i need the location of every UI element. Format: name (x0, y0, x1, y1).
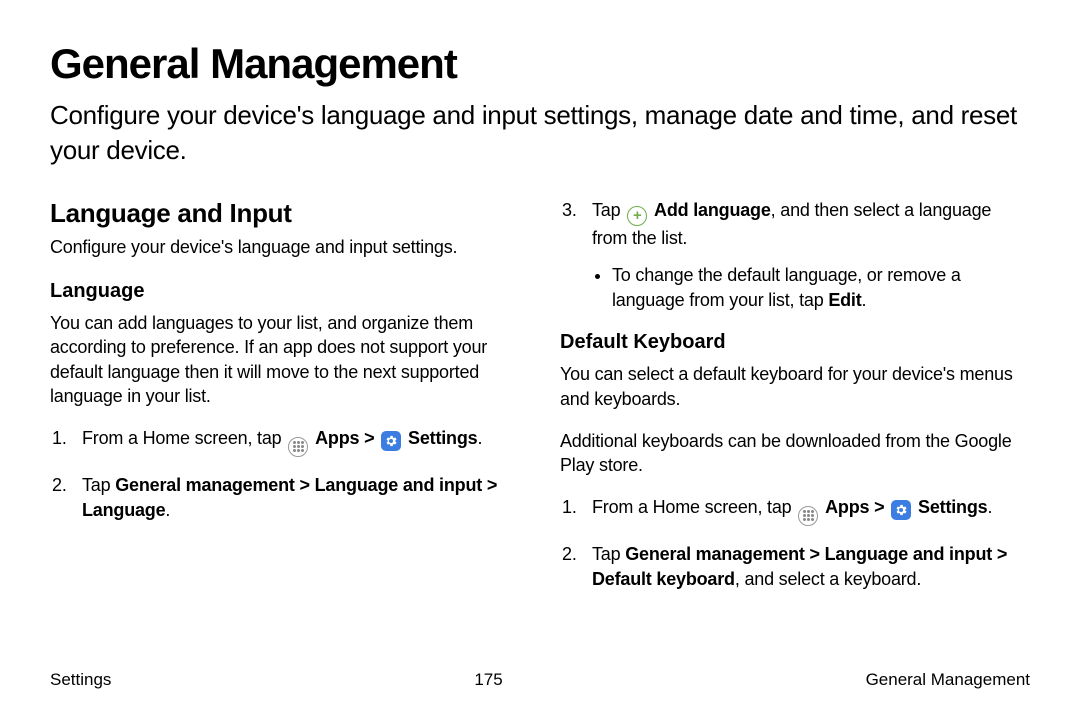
chevron-icon: > (874, 497, 884, 517)
chevron-icon: > (997, 544, 1007, 564)
step-3: Tap + Add language, and then select a la… (560, 198, 1030, 313)
content-columns: Language and Input Configure your device… (50, 198, 1030, 650)
add-language-label: Add language (654, 200, 771, 220)
step-text: From a Home screen, tap (82, 428, 286, 448)
language-steps-cont: Tap + Add language, and then select a la… (560, 198, 1030, 313)
path-part: General management (625, 544, 804, 564)
bullet-text: . (862, 290, 867, 310)
step-2: Tap General management > Language and in… (50, 473, 520, 523)
apps-label: Apps (315, 428, 359, 448)
edit-label: Edit (828, 290, 861, 310)
path-part: Language and input (315, 475, 482, 495)
path-part: Language (82, 500, 165, 520)
keyboard-steps: From a Home screen, tap Apps > Settings.… (560, 495, 1030, 592)
apps-icon (798, 506, 818, 526)
page-title: General Management (50, 40, 1030, 88)
chevron-icon: > (364, 428, 374, 448)
step-text: , and select a keyboard. (735, 569, 921, 589)
footer-left: Settings (50, 670, 111, 690)
section-heading-language-input: Language and Input (50, 198, 520, 229)
step-text: From a Home screen, tap (592, 497, 796, 517)
period: . (987, 497, 992, 517)
left-column: Language and Input Configure your device… (50, 198, 520, 650)
right-column: Tap + Add language, and then select a la… (560, 198, 1030, 650)
bullet-text: To change the default language, or remov… (612, 265, 961, 310)
apps-icon (288, 437, 308, 457)
language-paragraph: You can add languages to your list, and … (50, 311, 520, 408)
footer-right: General Management (866, 670, 1030, 690)
path-part: General management (115, 475, 294, 495)
gear-icon (891, 500, 911, 520)
keyboard-p1: You can select a default keyboard for yo… (560, 362, 1030, 411)
language-steps: From a Home screen, tap Apps > Settings.… (50, 426, 520, 523)
period: . (165, 500, 170, 520)
path-part: Language and input (825, 544, 992, 564)
sub-bullets: To change the default language, or remov… (612, 263, 1030, 313)
section-desc: Configure your device's language and inp… (50, 237, 520, 258)
plus-icon: + (627, 206, 647, 226)
footer-page-number: 175 (474, 670, 502, 690)
step-2: Tap General management > Language and in… (560, 542, 1030, 592)
bullet-edit: To change the default language, or remov… (612, 263, 1030, 313)
sub-heading-language: Language (50, 280, 520, 303)
step-text: , and then select a language from the li… (592, 200, 991, 248)
settings-label: Settings (918, 497, 987, 517)
footer: Settings 175 General Management (50, 650, 1030, 690)
step-1: From a Home screen, tap Apps > Settings. (50, 426, 520, 457)
chevron-icon: > (300, 475, 310, 495)
step-1: From a Home screen, tap Apps > Settings. (560, 495, 1030, 526)
step-text: Tap (592, 200, 625, 220)
keyboard-p2: Additional keyboards can be downloaded f… (560, 429, 1030, 478)
page-subtitle: Configure your device's language and inp… (50, 98, 1030, 168)
chevron-icon: > (810, 544, 820, 564)
step-text: Tap (592, 544, 625, 564)
step-text: Tap (82, 475, 115, 495)
gear-icon (381, 431, 401, 451)
settings-label: Settings (408, 428, 477, 448)
path-part: Default keyboard (592, 569, 735, 589)
sub-heading-default-keyboard: Default Keyboard (560, 331, 1030, 354)
period: . (477, 428, 482, 448)
apps-label: Apps (825, 497, 869, 517)
chevron-icon: > (487, 475, 497, 495)
